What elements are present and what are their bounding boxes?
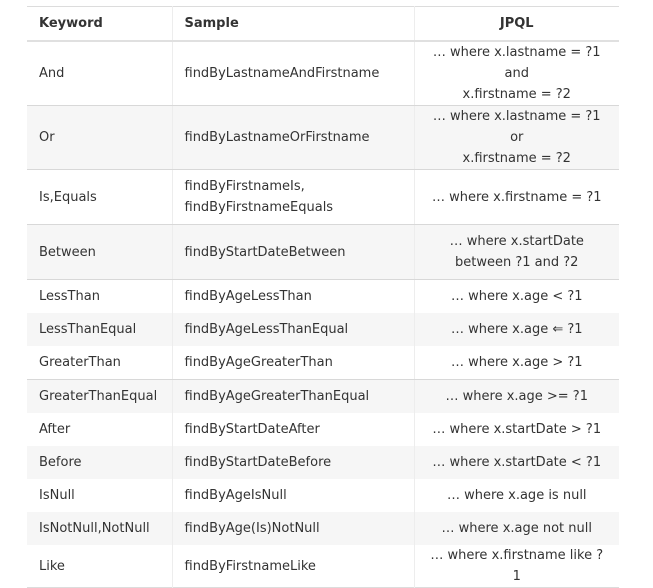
keyword-cell: And (27, 41, 172, 106)
jpql-cell: … where x.firstname like ?1 (413, 545, 619, 588)
sample-cell: findByAge(Is)NotNull (171, 512, 414, 545)
jpql-line: … where x.age < ?1 (450, 289, 583, 304)
header-row: Keyword Sample JPQL (27, 6, 619, 42)
jpql-line: x.firstname = ?2 (462, 151, 571, 166)
keyword-cell: Is,Equals (27, 169, 172, 225)
keyword-cell: Between (27, 224, 172, 280)
query-keywords-table: Keyword Sample JPQL And findByLastnameAnd… (27, 6, 619, 588)
keyword-cell: Like (39, 558, 65, 574)
header-keyword: Keyword (27, 6, 172, 42)
jpql-line: … where x.lastname = ?1 or (432, 109, 601, 145)
table-row: Like findByFirstnameLike … where x.firstna… (27, 545, 619, 588)
table-row: After findByStartDateAfter … where x.start… (27, 413, 619, 446)
jpql-cell: … where x.firstname = ?1 (413, 169, 619, 225)
table-row: And findByLastnameAndFirstname … where x.l… (27, 41, 619, 106)
keyword-cell: After (39, 422, 71, 437)
jpql-line: … where x.age >= ?1 (445, 389, 588, 404)
table-row: LessThan findByAgeLessThan … where x.age <… (27, 279, 619, 313)
sample-line: findByFirstnameIs, (184, 179, 305, 194)
keyword-cell: LessThanEqual (27, 313, 172, 346)
keyword-cell: Or (27, 105, 172, 170)
jpql-line: … where x.startDate < ?1 (432, 455, 602, 470)
jpql-cell: … where x.startDate between ?1 and ?2 (413, 224, 619, 280)
jpql-cell: … where x.age not null (413, 512, 619, 545)
sample-cell: findByAgeGreaterThan (171, 346, 414, 380)
jpql-cell: … where x.age is null (413, 479, 619, 512)
sample-line: findByStartDateAfter (184, 422, 320, 437)
jpql-cell: … where x.startDate < ?1 (413, 446, 619, 479)
table-row: Between findByStartDateBetween … where x.s… (27, 224, 619, 280)
table-body: And findByLastnameAndFirstname … where x.l… (27, 41, 619, 588)
header-jpql: JPQL (413, 6, 619, 42)
jpql-line: … where x.firstname like ?1 (430, 548, 604, 584)
table-row: GreaterThanEqual findByAgeGreaterThanEqua… (27, 379, 619, 413)
sample-cell: findByStartDateAfter (171, 413, 414, 446)
sample-cell: findByStartDateBetween (171, 224, 414, 280)
keyword-cell: GreaterThan (27, 346, 172, 380)
sample-line: findByFirstnameEquals (184, 200, 334, 215)
jpql-line: … where x.startDate (449, 234, 584, 249)
jpql-cell: … where x.age ⇐ ?1 (413, 313, 619, 346)
table-row: LessThanEqual findByAgeLessThanEqual … whe… (27, 313, 619, 346)
jpql-line: … where x.lastname = ?1 and (432, 45, 601, 81)
sample-line: findByFirstnameLike (184, 558, 316, 574)
jpql-line: … where x.age ⇐ ?1 (450, 322, 583, 337)
table-header: Keyword Sample JPQL (27, 6, 619, 42)
keyword-cell: Before (27, 446, 172, 479)
sample-line: findByStartDateBetween (184, 244, 346, 260)
keyword-cell: IsNotNull,NotNull (27, 512, 172, 545)
jpql-cell: … where x.lastname = ?1 and x.firstname =… (413, 41, 619, 106)
sample-cell: findByAgeLessThanEqual (171, 313, 414, 346)
sample-line: findByLastnameAndFirstname (184, 66, 380, 81)
sample-line: findByAgeGreaterThan (184, 355, 333, 370)
jpql-line: … where x.age > ?1 (450, 355, 583, 370)
sample-line: findByAgeLessThan (184, 289, 312, 304)
sample-cell: findByFirstnameIs, findByFirstnameEquals (171, 169, 414, 225)
sample-cell: findByAgeLessThan (171, 279, 414, 313)
jpql-line: … where x.age is null (446, 488, 587, 503)
sample-line: findByAgeLessThanEqual (184, 322, 349, 337)
sample-line: findByAgeGreaterThanEqual (184, 389, 370, 404)
table-row: IsNotNull,NotNull findByAge(Is)NotNull … w… (27, 512, 619, 545)
table-row: IsNull findByAgeIsNull … where x.age is nu… (27, 479, 619, 512)
sample-cell: findByLastnameOrFirstname (171, 105, 414, 170)
table-row: GreaterThan findByAgeGreaterThan … where x… (27, 346, 619, 380)
keyword-cell: LessThan (39, 289, 100, 304)
jpql-line: between ?1 and ?2 (455, 255, 579, 270)
keyword-cell: IsNull (39, 488, 75, 503)
jpql-line: x.firstname = ?2 (462, 87, 571, 102)
sample-line: findByAgeIsNull (184, 488, 287, 503)
jpql-line: … where x.firstname = ?1 (431, 189, 602, 205)
sample-cell: findByStartDateBefore (171, 446, 414, 479)
keyword-cell: GreaterThanEqual (27, 379, 172, 413)
sample-cell: findByLastnameAndFirstname (171, 41, 414, 106)
jpql-cell: … where x.lastname = ?1 or x.firstname = … (413, 105, 619, 170)
sample-line: findByLastnameOrFirstname (184, 130, 370, 145)
table-row: Before findByStartDateBefore … where x.sta… (27, 446, 619, 479)
jpql-line: … where x.age not null (441, 521, 593, 536)
header-sample: Sample (171, 6, 414, 42)
sample-line: findByStartDateBefore (184, 455, 332, 470)
sample-cell: findByAgeGreaterThanEqual (171, 379, 414, 413)
table-row: Or findByLastnameOrFirstname … where x.las… (27, 105, 619, 170)
sample-cell: findByAgeIsNull (171, 479, 414, 512)
jpql-cell: … where x.age >= ?1 (413, 379, 619, 413)
sample-cell: findByFirstnameLike (171, 545, 414, 588)
table-row: Is,Equals findByFirstnameIs, findByFirstna… (27, 169, 619, 225)
jpql-cell: … where x.age < ?1 (413, 279, 619, 313)
jpql-line: … where x.startDate > ?1 (432, 422, 602, 437)
sample-line: findByAge(Is)NotNull (184, 521, 320, 536)
query-keywords-table-container: Keyword Sample JPQL And findByLastnameAnd… (27, 6, 619, 588)
jpql-cell: … where x.age > ?1 (413, 346, 619, 380)
jpql-cell: … where x.startDate > ?1 (413, 413, 619, 446)
